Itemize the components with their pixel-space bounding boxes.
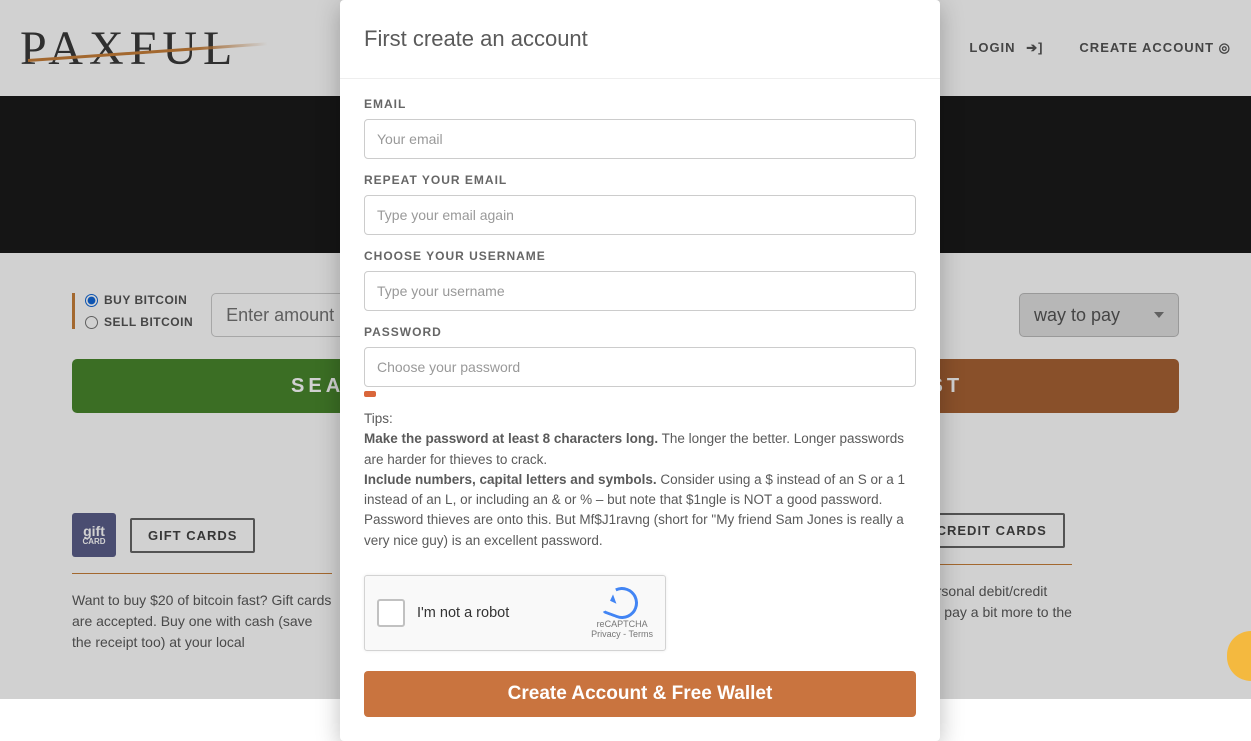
repeat-email-field[interactable] [364,195,916,235]
password-strength-meter [364,391,376,397]
tips-label: Tips: [364,411,393,426]
password-tips: Tips: Make the password at least 8 chara… [364,409,916,551]
recaptcha-widget[interactable]: I'm not a robot reCAPTCHA Privacy - Term… [364,575,666,651]
create-account-submit-button[interactable]: Create Account & Free Wallet [364,671,916,717]
recaptcha-icon [602,582,643,623]
tip1-bold: Make the password at least 8 characters … [364,431,658,446]
password-field[interactable] [364,347,916,387]
recaptcha-links[interactable]: Privacy - Terms [591,629,653,639]
username-field[interactable] [364,271,916,311]
repeat-email-label: REPEAT YOUR EMAIL [364,173,916,187]
recaptcha-checkbox[interactable] [377,599,405,627]
recaptcha-label: I'm not a robot [417,605,591,621]
create-account-modal: First create an account EMAIL REPEAT YOU… [340,0,940,741]
recaptcha-brand: reCAPTCHA Privacy - Terms [591,587,653,639]
tip2-bold: Include numbers, capital letters and sym… [364,472,657,487]
username-label: CHOOSE YOUR USERNAME [364,249,916,263]
email-field[interactable] [364,119,916,159]
email-label: EMAIL [364,97,916,111]
password-label: PASSWORD [364,325,916,339]
modal-title: First create an account [340,0,940,79]
